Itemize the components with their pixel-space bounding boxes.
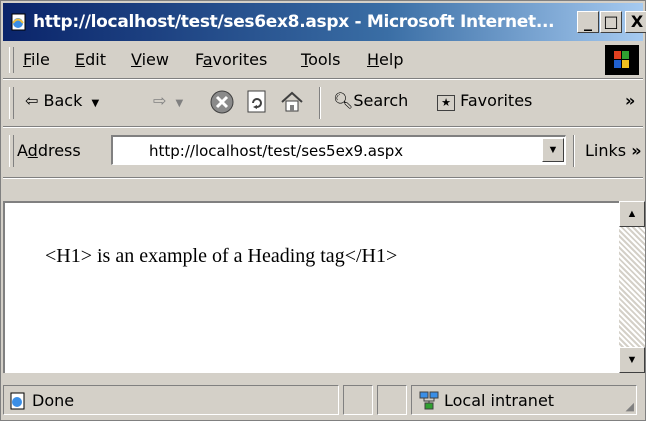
address-label: Address [17,141,81,160]
menu-tools[interactable]: Tools [301,50,340,69]
menu-grip[interactable] [9,47,14,73]
menu-help-label: elp [379,50,404,69]
status-bar: Done Local intranet ◢ [3,381,643,419]
ie-page-icon [10,392,25,410]
links-overflow-icon: » [631,141,642,160]
close-icon: X [630,12,644,31]
page-body-text: <H1> is an example of a Heading tag</H1> [45,245,398,267]
status-pane-2 [343,385,373,415]
standard-toolbar: ⇦ Back ▼ ⇨ ▼ 🔍︎Search ★ Favorites » [3,81,643,125]
status-pane-3 [377,385,407,415]
search-button[interactable]: 🔍︎Search [333,91,408,110]
maximize-button[interactable]: □ [600,11,622,33]
windows-logo-icon [605,45,639,75]
toolbar-overflow-button[interactable]: » [625,91,635,110]
status-main-pane: Done [3,385,339,415]
menu-favorites-pre: F [195,50,203,69]
address-separator-line [3,177,643,179]
back-button[interactable]: ⇦ Back ▼ [25,91,99,110]
toolbar-grip[interactable] [9,87,14,119]
menu-favorites-label: vorites [212,50,268,69]
forward-button[interactable]: ⇨ ▼ [153,91,183,110]
maximize-icon: □ [603,12,619,31]
address-grip[interactable] [9,135,14,167]
back-arrow-icon: ⇦ [25,91,39,110]
close-button[interactable]: X [625,11,646,33]
menu-file-label: ile [31,50,50,69]
arrow-up-icon: ▲ [626,208,638,220]
menu-view-key: V [131,50,142,69]
menu-favorites[interactable]: Favorites [195,50,267,69]
menu-file-key: F [23,50,32,69]
menu-tools-label: ools [308,50,341,69]
zone-text: Local intranet [444,391,555,410]
resize-grip-icon[interactable]: ◢ [626,400,634,413]
status-zone-pane: Local intranet ◢ [411,385,637,415]
menu-help[interactable]: Help [367,50,403,69]
refresh-icon[interactable] [245,89,269,115]
favorites-button[interactable]: ★ Favorites [437,91,532,111]
address-dropdown-button[interactable]: ▼ [542,138,564,162]
stop-icon[interactable] [209,89,235,115]
links-label: Links [585,141,627,160]
forward-arrow-icon: ⇨ [153,91,167,110]
local-intranet-icon [419,391,439,410]
menu-help-key: H [367,50,380,69]
menu-tools-key: T [301,50,309,69]
menu-edit-label: dit [85,50,106,69]
address-label-pre: A [17,141,28,160]
menu-edit-key: E [75,50,86,69]
favorites-icon: ★ [437,95,455,111]
address-label-rest: dress [37,141,81,160]
window-title: http://localhost/test/ses6ex8.aspx - Mic… [33,12,555,32]
menu-view-label: iew [141,50,169,69]
address-label-key: d [27,141,38,160]
links-button[interactable]: Links » [585,141,642,160]
back-label: Back [43,91,83,110]
search-label: Search [353,91,409,110]
menu-view[interactable]: View [131,50,169,69]
scroll-up-button[interactable]: ▲ [619,201,645,227]
address-input[interactable]: http://localhost/test/ses5ex9.aspx ▼ [111,135,566,165]
links-separator [573,135,575,167]
toolbar-separator [319,87,321,119]
favorites-label: Favorites [460,91,533,110]
status-text: Done [32,391,75,410]
home-icon[interactable] [279,89,305,115]
menu-bar: File Edit View Favorites Tools Help [3,43,643,77]
scroll-down-button[interactable]: ▼ [619,347,645,373]
menu-favorites-key: a [202,50,213,69]
minimize-button[interactable]: _ [577,11,599,33]
forward-dropdown-icon[interactable]: ▼ [176,98,184,109]
minimize-icon: _ [584,12,592,31]
page-content[interactable]: <H1> is an example of a Heading tag</H1> [3,201,619,373]
chevron-down-icon: ▼ [547,144,559,156]
address-value[interactable]: http://localhost/test/ses5ex9.aspx [149,142,403,160]
address-bar: Address http://localhost/test/ses5ex9.as… [3,129,643,175]
back-dropdown-icon[interactable]: ▼ [91,98,99,109]
menu-edit[interactable]: Edit [75,50,106,69]
toolbar-separator-line [3,126,643,128]
browser-window: http://localhost/test/ses6ex8.aspx - Mic… [0,0,646,421]
search-icon: 🔍︎ [333,91,354,110]
menu-file[interactable]: File [23,50,50,69]
ie-page-icon [11,13,26,31]
vertical-scrollbar[interactable]: ▲ ▼ [619,201,645,373]
arrow-down-icon: ▼ [626,354,638,366]
title-bar[interactable]: http://localhost/test/ses6ex8.aspx - Mic… [3,3,646,41]
menu-separator [3,78,643,80]
